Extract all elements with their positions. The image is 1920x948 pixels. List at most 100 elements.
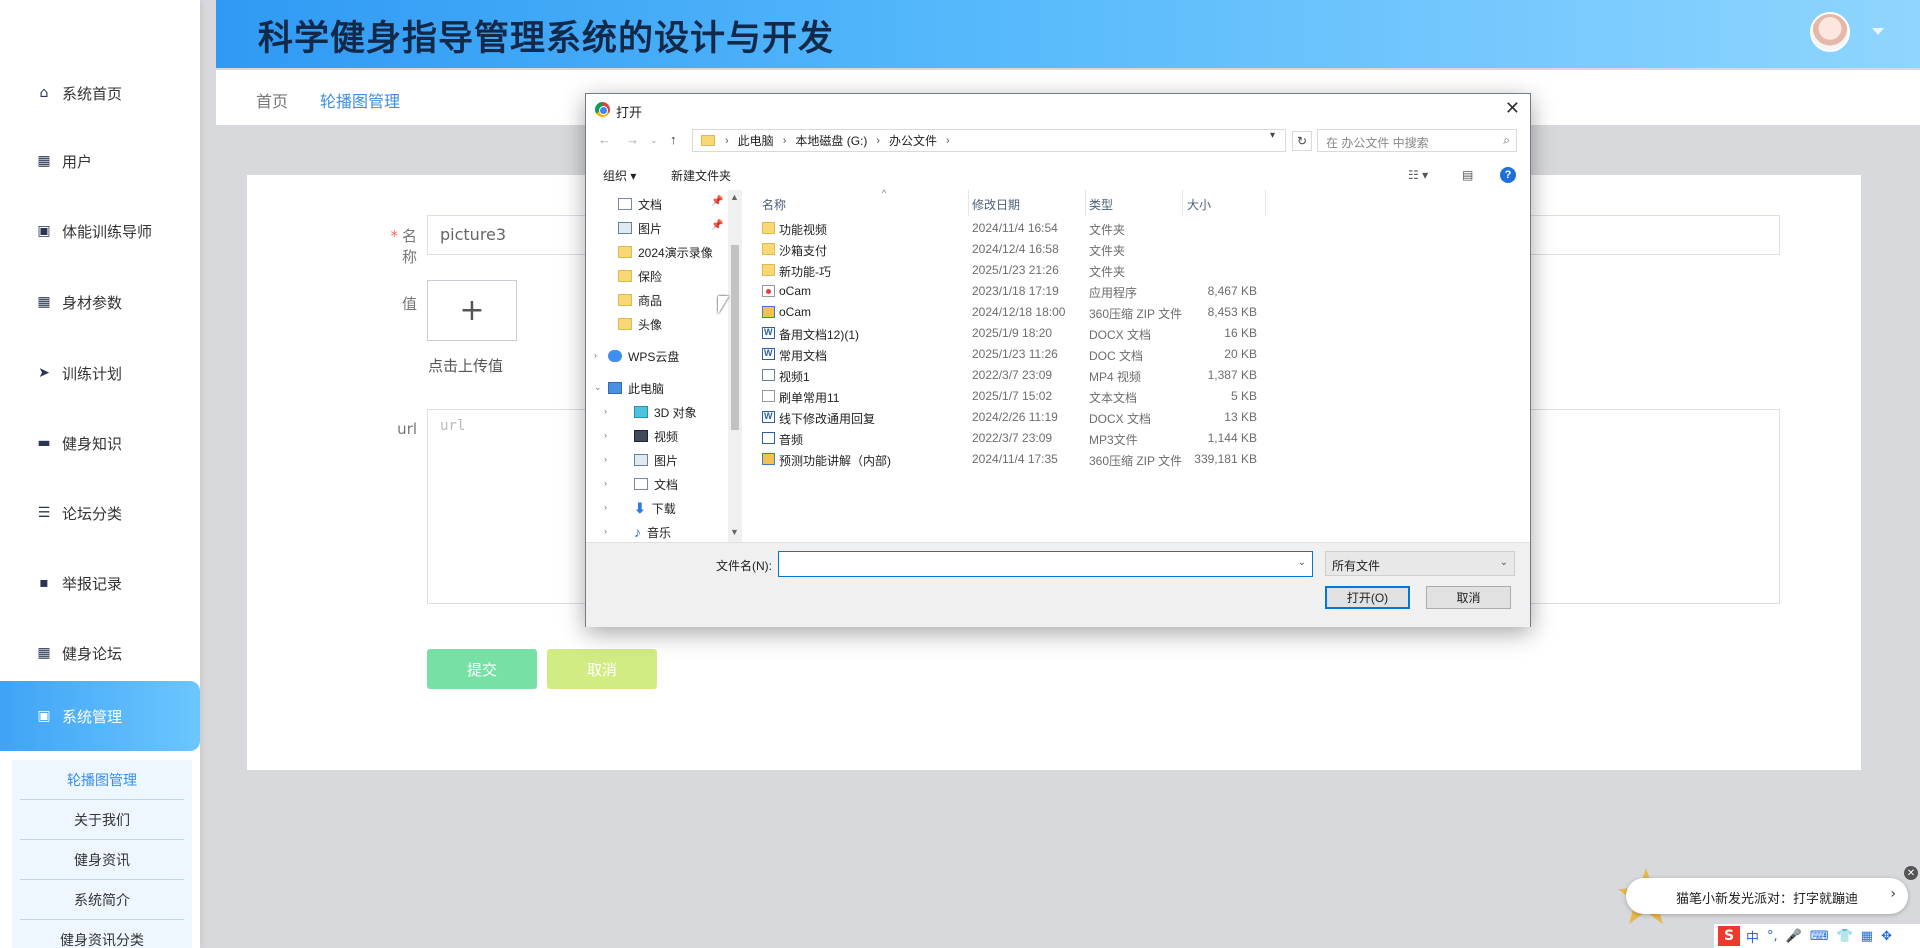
organize-menu[interactable]: 组织 ▾ [603,167,636,184]
new-folder-button[interactable]: 新建文件夹 [671,167,731,184]
recent-dropdown-icon[interactable]: ⌄ [650,135,658,146]
nav-item[interactable]: 2024演示录像 [618,241,713,263]
file-row[interactable]: 新功能-巧 2025/1/23 21:26 文件夹 [758,260,1278,281]
nav-item[interactable]: ⬇ 下载 [634,497,676,519]
chevron-right-icon[interactable]: › [1890,886,1896,902]
chevron-down-icon[interactable]: ⌄ [1500,557,1508,568]
scroll-up-icon[interactable]: ▲ [730,192,739,202]
forward-icon[interactable]: → [626,132,639,147]
sidebar-item-8[interactable]: ▦ 健身论坛 [0,618,200,688]
skin-icon[interactable]: 👕 [1837,929,1853,944]
nav-scrollbar[interactable]: ▲ ▼ [728,190,742,542]
sidebar-item-3[interactable]: ▦ 身材参数 [0,267,200,337]
path-segment-this-pc[interactable]: 此电脑 [738,132,774,149]
sidebar-item-4[interactable]: ➤ 训练计划 [0,338,200,408]
address-dropdown-icon[interactable]: ▾ [1270,130,1275,141]
submenu-item-1[interactable]: 关于我们 [20,800,184,840]
column-date[interactable]: 修改日期 [972,196,1020,213]
column-name[interactable]: 名称 [762,196,786,213]
column-type[interactable]: 类型 [1089,196,1113,213]
sidebar-item-1[interactable]: ▦ 用户 [0,126,200,196]
nav-item[interactable]: 图片 [618,217,662,239]
chevron-down-icon[interactable] [1872,28,1884,35]
nav-item[interactable]: ♪ 音乐 [634,521,671,542]
submenu-item-0[interactable]: 轮播图管理 [20,760,184,800]
file-row[interactable]: oCam 2024/12/18 18:00 360压缩 ZIP 文件 8,453 KB [758,302,1278,323]
expand-icon[interactable]: › [604,526,607,536]
submenu-item-4[interactable]: 健身资讯分类 [20,920,184,948]
ime-lang-toggle[interactable]: 中 [1746,927,1759,946]
keyboard-icon[interactable]: ⌨ [1810,929,1829,944]
nav-item[interactable]: 文档 [618,193,662,215]
filename-input[interactable]: ⌄ [778,551,1313,577]
back-icon[interactable]: ← [598,132,611,147]
file-row[interactable]: 常用文档 2025/1/23 11:26 DOC 文档 20 KB [758,344,1278,365]
expand-icon[interactable]: › [594,350,597,360]
user-avatar[interactable] [1810,12,1850,52]
expand-icon[interactable]: › [604,430,607,440]
submenu-item-2[interactable]: 健身资讯 [20,840,184,880]
column-divider[interactable] [1265,190,1266,216]
column-divider[interactable] [1085,190,1086,216]
ime-promo-banner[interactable]: 猫笔小新发光派对：打字就蹦迪 › ✕ [1626,866,1918,914]
ime-punct-toggle[interactable]: °, [1767,929,1778,944]
chevron-down-icon[interactable]: ⌄ [1298,557,1306,568]
file-row[interactable]: 视频1 2022/3/7 23:09 MP4 视频 1,387 KB [758,365,1278,386]
expand-icon[interactable]: › [604,478,607,488]
file-row[interactable]: 刷单常用11 2025/1/7 15:02 文本文档 5 KB [758,386,1278,407]
expand-icon[interactable]: › [604,406,607,416]
nav-item[interactable]: WPS云盘 [608,345,679,367]
sidebar-item-6[interactable]: ☰ 论坛分类 [0,478,200,548]
nav-item[interactable]: 3D 对象 [634,401,697,423]
nav-item[interactable]: 保险 [618,265,662,287]
close-icon[interactable]: ✕ [1505,98,1520,119]
upload-button[interactable]: + [427,280,517,341]
sogou-logo-icon[interactable]: S [1718,926,1740,946]
path-segment-drive[interactable]: 本地磁盘 (G:) [795,132,867,149]
nav-item[interactable]: 文档 [634,473,678,495]
file-row[interactable]: 沙箱支付 2024/12/4 16:58 文件夹 [758,239,1278,260]
scroll-thumb[interactable] [731,245,739,430]
sidebar-item-0[interactable]: ⌂ 系统首页 [0,58,200,128]
column-divider[interactable] [1182,190,1183,216]
help-icon[interactable]: ? [1500,167,1516,183]
file-row[interactable]: 线下修改通用回复 2024/2/26 11:19 DOCX 文档 13 KB [758,407,1278,428]
open-button[interactable]: 打开(O) [1325,586,1410,609]
close-icon[interactable]: ✕ [1904,866,1918,880]
view-options-icon[interactable]: ☷ ▾ [1408,168,1428,182]
file-row[interactable]: 预测功能讲解（内部) 2024/11/4 17:35 360压缩 ZIP 文件 339… [758,449,1278,470]
submenu-item-3[interactable]: 系统简介 [20,880,184,920]
preview-pane-icon[interactable]: ▤ [1462,168,1473,182]
toolbox-icon[interactable]: ▦ [1861,929,1873,944]
expand-icon[interactable]: › [604,502,607,512]
sidebar-item-7[interactable]: ▪ 举报记录 [0,548,200,618]
file-row[interactable]: oCam 2023/1/18 17:19 应用程序 8,467 KB [758,281,1278,302]
nav-item[interactable]: 此电脑 [608,377,664,399]
path-segment-folder[interactable]: 办公文件 [889,132,937,149]
microphone-icon[interactable]: 🎤 [1786,929,1802,944]
nav-item[interactable]: 视频 [634,425,678,447]
filetype-select[interactable]: 所有文件 ⌄ [1325,551,1515,576]
file-row[interactable]: 音频 2022/3/7 23:09 MP3文件 1,144 KB [758,428,1278,449]
sidebar-item-9[interactable]: ▣ 系统管理 [0,681,200,751]
submit-button[interactable]: 提交 [427,649,537,689]
nav-item[interactable]: 头像 [618,313,662,335]
column-size[interactable]: 大小 [1187,196,1211,213]
column-divider[interactable] [968,190,969,216]
scroll-down-icon[interactable]: ▼ [730,527,739,537]
dialog-cancel-button[interactable]: 取消 [1426,586,1511,609]
sidebar-item-2[interactable]: ▣ 体能训练导师 [0,196,200,266]
nav-item[interactable]: 图片 [634,449,678,471]
breadcrumb-home[interactable]: 首页 [256,88,288,112]
settings-icon[interactable]: ✥ [1881,929,1892,944]
expand-icon[interactable]: › [604,454,607,464]
expand-icon[interactable]: ⌄ [594,382,602,393]
address-bar[interactable]: › 此电脑 › 本地磁盘 (G:) › 办公文件 › [692,129,1286,152]
file-row[interactable]: 功能视频 2024/11/4 16:54 文件夹 [758,218,1278,239]
sidebar-item-5[interactable]: ▬ 健身知识 [0,408,200,478]
file-row[interactable]: 备用文档12)(1) 2025/1/9 18:20 DOCX 文档 16 KB [758,323,1278,344]
refresh-icon[interactable]: ↻ [1292,131,1312,151]
up-icon[interactable]: ↑ [670,132,677,147]
nav-item[interactable]: 商品 [618,289,662,311]
search-input[interactable]: 在 办公文件 中搜索 ⌕ [1317,129,1517,152]
